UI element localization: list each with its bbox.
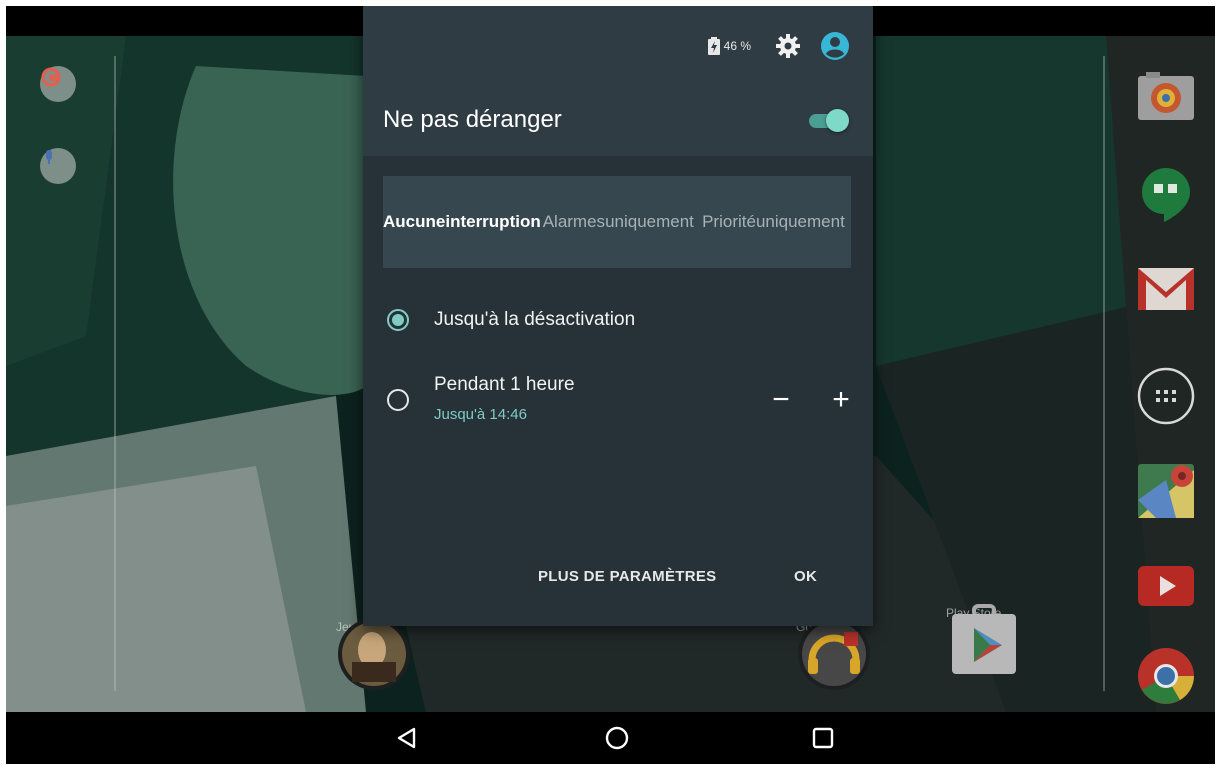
battery-charging-icon [707,37,720,55]
divider-line [1103,56,1105,691]
app-drawer-button[interactable] [1136,366,1196,426]
hangouts-app[interactable] [1136,164,1196,224]
youtube-icon [1138,566,1194,606]
battery-percent: 46 % [723,39,751,53]
user-account-button[interactable] [819,30,851,62]
mode-alarms-only[interactable]: Alarmes uniquement [541,176,696,268]
mode-no-interruptions[interactable]: Aucune interruption [383,176,541,268]
recents-icon [812,727,834,749]
panel-header: 46 % Ne pas déranger [363,6,873,156]
device-screen: Jeux Google Play Store [6,6,1215,764]
option-sublabel: Jusqu'à 14:46 [434,406,527,423]
dnd-title: Ne pas déranger [383,106,562,133]
google-folder-icon [798,618,870,690]
gear-icon [776,34,800,58]
voice-search-button[interactable] [40,148,76,184]
games-folder-icon [338,618,410,690]
option-label: Jusqu'à la désactivation [434,309,636,330]
recents-button[interactable] [807,722,839,754]
youtube-app[interactable] [1136,554,1196,614]
decrease-duration-button[interactable]: − [763,382,799,418]
play-store-icon [952,604,1016,674]
status-row: 46 % [707,30,851,62]
google-search-icon [41,67,61,87]
dnd-mode-selector: Aucune interruption Alarmes uniquement Pri… [383,176,851,268]
radio-for-one-hour[interactable] [387,389,409,411]
radio-until-off[interactable] [387,309,409,331]
user-account-icon [821,32,849,60]
camera-icon [1138,72,1194,120]
dnd-toggle-switch[interactable] [807,108,849,132]
voice-search-icon [46,150,52,164]
home-icon-jeux[interactable]: Jeux [336,616,410,690]
home-button[interactable] [601,722,633,754]
mode-priority-only[interactable]: Priorité uniquement [696,176,851,268]
gmail-app[interactable] [1136,258,1196,318]
back-icon [397,727,416,749]
google-search-button[interactable] [40,66,76,102]
option-until-off[interactable]: Jusqu'à la désactivation [363,306,873,336]
navigation-bar [6,712,1215,764]
home-icon [605,726,629,750]
camera-app[interactable] [1136,66,1196,126]
chrome-icon [1138,648,1194,704]
increase-duration-button[interactable]: + [823,382,859,418]
more-settings-button[interactable]: PLUS DE PARAMÈTRES [538,568,716,585]
home-icon-play-store[interactable]: Play Store [946,602,1016,674]
back-button[interactable] [391,722,423,754]
do-not-disturb-panel: 46 % Ne pas déranger Aucune interruption… [363,6,873,626]
maps-app[interactable] [1136,460,1196,520]
ok-button[interactable]: OK [794,568,817,585]
option-for-one-hour[interactable]: Pendant 1 heure Jusqu'à 14:46 − + [363,370,873,430]
gmail-icon [1138,268,1194,310]
chrome-app[interactable] [1136,646,1196,706]
divider-line [114,56,116,691]
maps-icon [1138,464,1194,518]
toggle-thumb [826,109,849,132]
hangouts-icon [1142,168,1190,222]
option-label: Pendant 1 heure [434,374,575,395]
app-drawer-icon [1137,367,1195,425]
settings-button[interactable] [773,31,803,61]
battery-status: 46 % [707,37,751,55]
